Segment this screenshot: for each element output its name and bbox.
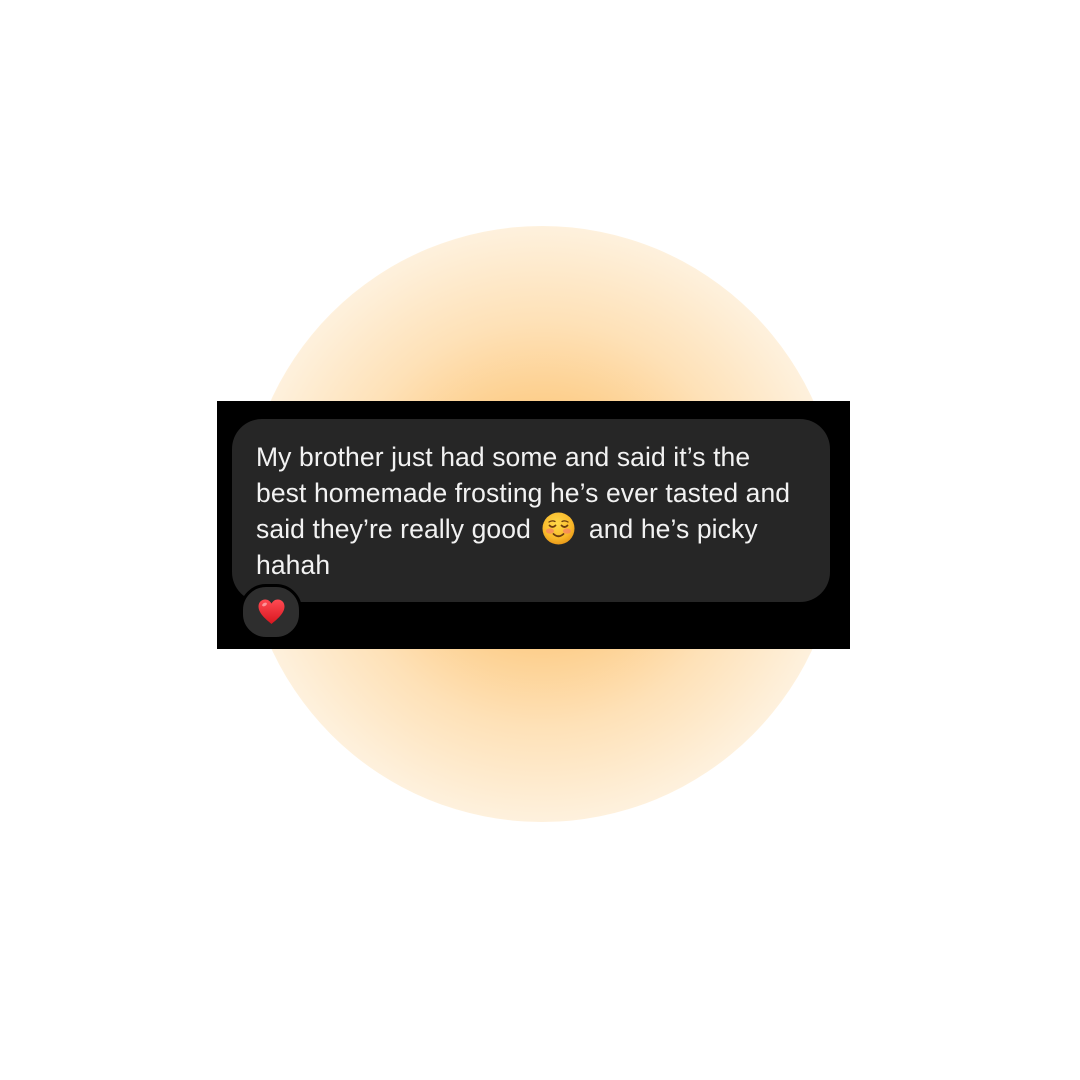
- smiling-face-emoji-icon: [542, 512, 575, 545]
- message-bubble[interactable]: My brother just had some and said it’s t…: [232, 419, 830, 602]
- heart-reaction-badge[interactable]: [240, 584, 302, 640]
- canvas: My brother just had some and said it’s t…: [0, 0, 1080, 1080]
- message-screenshot: My brother just had some and said it’s t…: [217, 401, 850, 649]
- heart-icon: [258, 599, 285, 624]
- message-text: My brother just had some and said it’s t…: [256, 439, 808, 583]
